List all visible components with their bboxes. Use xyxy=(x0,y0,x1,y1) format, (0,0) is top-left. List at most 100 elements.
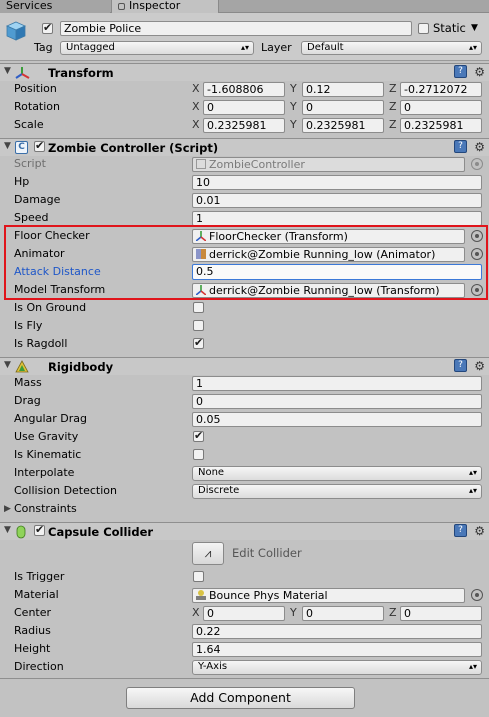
tab-inspector[interactable]: Inspector xyxy=(111,0,219,13)
is-fly-checkbox[interactable] xyxy=(193,320,204,331)
scale-y-field[interactable]: 0.2325981 xyxy=(302,118,384,133)
attack-distance-field[interactable]: 0.5 xyxy=(192,264,482,280)
is-trigger-label: Is Trigger xyxy=(14,570,65,583)
foldout-arrow-icon[interactable]: ▼ xyxy=(4,360,11,370)
edit-collider-icon: ⩘ xyxy=(204,546,212,560)
position-x-field[interactable]: -1.608806 xyxy=(203,82,285,97)
constraints-label[interactable]: Constraints xyxy=(14,501,77,517)
center-label: Center xyxy=(14,606,52,619)
zombie-controller-header[interactable]: ▼ C Zombie Controller (Script) ? ⚙ xyxy=(0,138,489,156)
gear-icon[interactable]: ⚙ xyxy=(474,140,485,154)
edit-collider-label: Edit Collider xyxy=(232,546,302,560)
tab-services[interactable]: Services xyxy=(0,0,110,13)
floor-checker-field[interactable]: FloorChecker (Transform) xyxy=(192,229,465,244)
interpolate-dropdown[interactable]: None ▴▾ xyxy=(192,466,482,481)
scale-z-field[interactable]: 0.2325981 xyxy=(400,118,482,133)
help-book-icon[interactable]: ? xyxy=(454,359,467,372)
is-on-ground-label: Is On Ground xyxy=(14,301,87,314)
angular-drag-field[interactable]: 0.05 xyxy=(192,412,482,427)
help-book-icon[interactable]: ? xyxy=(454,140,467,153)
animator-icon xyxy=(196,249,206,259)
capsule-collider-header[interactable]: ▼ Capsule Collider ? ⚙ xyxy=(0,522,489,540)
rotation-x-field[interactable]: 0 xyxy=(203,100,285,115)
center-z-label: Z xyxy=(389,606,397,619)
add-component-button[interactable]: Add Component xyxy=(126,687,355,709)
object-picker-icon[interactable] xyxy=(471,589,483,601)
scale-x-field[interactable]: 0.2325981 xyxy=(203,118,285,133)
gameobject-cube-icon xyxy=(6,21,26,41)
script-value: ZombieController xyxy=(209,158,305,171)
model-transform-value: derrick@Zombie Running_low (Transform) xyxy=(209,284,440,297)
direction-dropdown[interactable]: Y-Axis ▴▾ xyxy=(192,660,482,675)
object-picker-icon xyxy=(471,158,483,170)
height-field[interactable]: 1.64 xyxy=(192,642,482,657)
edit-collider-button[interactable]: ⩘ xyxy=(192,542,224,565)
position-y-field[interactable]: 0.12 xyxy=(302,82,384,97)
rotation-x-label: X xyxy=(192,100,200,113)
mass-field[interactable]: 1 xyxy=(192,376,482,391)
is-ragdoll-checkbox[interactable] xyxy=(193,336,204,349)
use-gravity-checkbox[interactable] xyxy=(193,429,204,442)
center-y-field[interactable]: 0 xyxy=(302,606,384,621)
foldout-arrow-icon[interactable]: ▼ xyxy=(4,141,11,151)
static-label: Static xyxy=(433,21,466,35)
floor-checker-value: FloorChecker (Transform) xyxy=(209,230,348,243)
tag-dropdown[interactable]: Untagged ▴▾ xyxy=(60,41,254,55)
is-on-ground-checkbox[interactable] xyxy=(193,302,204,313)
scale-y-label: Y xyxy=(290,118,297,131)
damage-field[interactable]: 0.01 xyxy=(192,193,482,208)
gear-icon[interactable]: ⚙ xyxy=(474,65,485,79)
center-z-field[interactable]: 0 xyxy=(400,606,482,621)
rotation-y-field[interactable]: 0 xyxy=(302,100,384,115)
collision-detection-dropdown[interactable]: Discrete ▴▾ xyxy=(192,484,482,499)
chevron-down-icon: ▴▾ xyxy=(468,662,477,671)
material-field[interactable]: Bounce Phys Material xyxy=(192,588,465,603)
drag-field[interactable]: 0 xyxy=(192,394,482,409)
capsule-collider-title: Capsule Collider xyxy=(48,525,154,539)
capsule-collider-enabled-checkbox[interactable] xyxy=(34,523,45,536)
layer-dropdown[interactable]: Default ▴▾ xyxy=(301,41,482,55)
drag-label: Drag xyxy=(14,394,41,407)
rotation-z-field[interactable]: 0 xyxy=(400,100,482,115)
foldout-arrow-icon[interactable]: ▼ xyxy=(4,66,11,76)
active-checkbox[interactable] xyxy=(42,21,53,34)
interpolate-value: None xyxy=(198,467,225,478)
chevron-down-icon: ▴▾ xyxy=(468,43,477,52)
is-kinematic-checkbox[interactable] xyxy=(193,449,204,460)
position-label: Position xyxy=(14,82,57,95)
layer-value: Default xyxy=(307,42,344,53)
position-y-label: Y xyxy=(290,82,297,95)
constraints-foldout-icon[interactable]: ▶ xyxy=(4,502,11,516)
object-picker-icon[interactable] xyxy=(471,284,483,296)
model-transform-field[interactable]: derrick@Zombie Running_low (Transform) xyxy=(192,283,465,298)
help-book-icon[interactable]: ? xyxy=(454,65,467,78)
speed-field[interactable]: 1 xyxy=(192,211,482,226)
center-x-field[interactable]: 0 xyxy=(203,606,285,621)
direction-value: Y-Axis xyxy=(198,661,228,672)
radius-field[interactable]: 0.22 xyxy=(192,624,482,639)
zombie-controller-title: Zombie Controller (Script) xyxy=(48,141,219,155)
object-name-field[interactable]: Zombie Police xyxy=(60,21,412,36)
object-picker-icon[interactable] xyxy=(471,230,483,242)
floor-checker-label: Floor Checker xyxy=(14,229,90,242)
gear-icon[interactable]: ⚙ xyxy=(474,359,485,373)
transform-header[interactable]: ▼ Transform ? ⚙ xyxy=(0,63,489,81)
rigidbody-header[interactable]: ▼ Rigidbody ? ⚙ xyxy=(0,357,489,375)
animator-field[interactable]: derrick@Zombie Running_low (Animator) xyxy=(192,247,465,262)
radius-label: Radius xyxy=(14,624,51,637)
foldout-arrow-icon[interactable]: ▼ xyxy=(4,525,11,535)
static-checkbox[interactable] xyxy=(418,23,429,34)
position-z-field[interactable]: -0.2712072 xyxy=(400,82,482,97)
inspector-tab-icon xyxy=(118,2,125,10)
gear-icon[interactable]: ⚙ xyxy=(474,524,485,538)
object-picker-icon[interactable] xyxy=(471,248,483,260)
is-trigger-checkbox[interactable] xyxy=(193,571,204,582)
center-y-label: Y xyxy=(290,606,297,619)
zombie-controller-enabled-checkbox[interactable] xyxy=(34,139,45,152)
divider xyxy=(0,678,489,679)
help-book-icon[interactable]: ? xyxy=(454,524,467,537)
collision-detection-label: Collision Detection xyxy=(14,484,118,497)
hp-field[interactable]: 10 xyxy=(192,175,482,190)
static-dropdown-arrow-icon[interactable]: ▼ xyxy=(471,21,478,36)
script-field: ZombieController xyxy=(192,157,465,172)
